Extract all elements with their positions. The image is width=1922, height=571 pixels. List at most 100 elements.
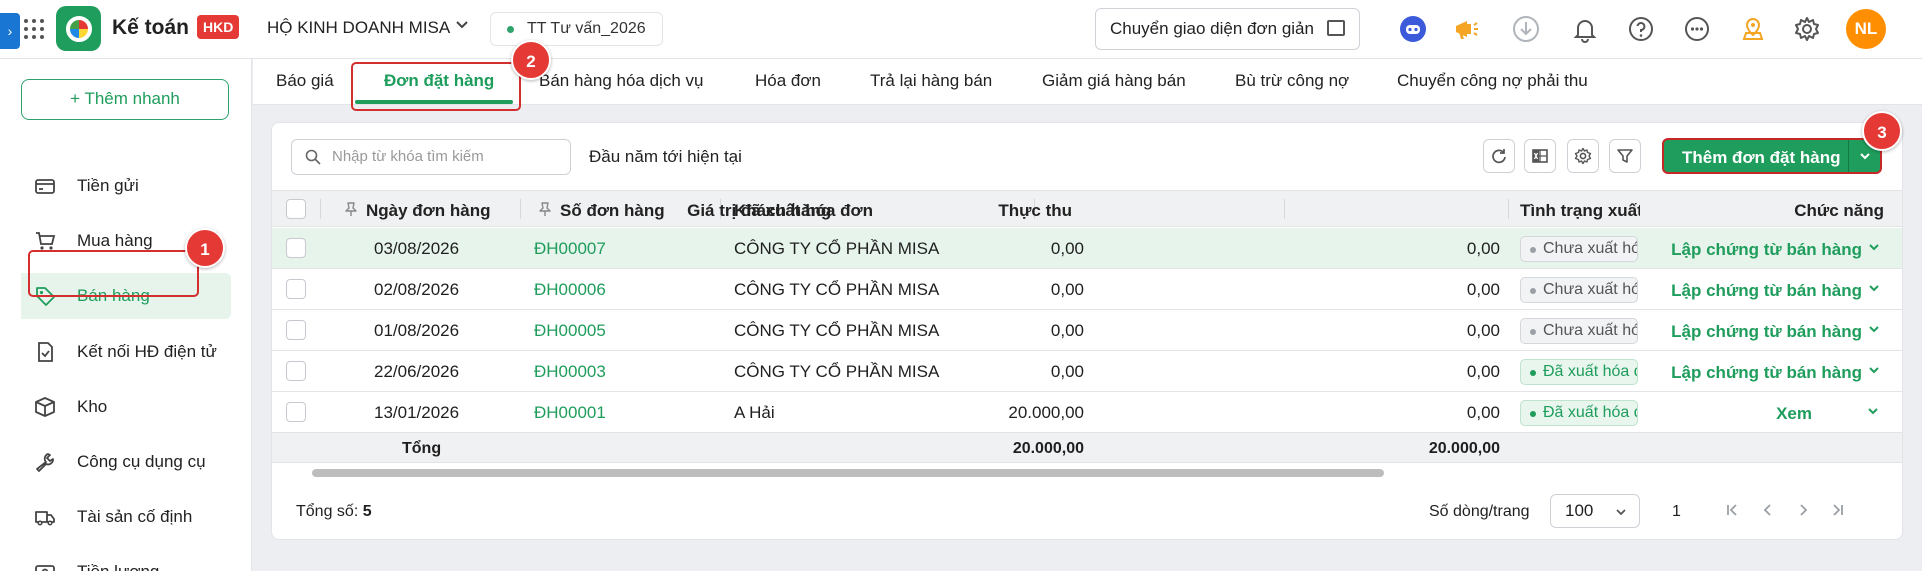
pin-icon[interactable] — [344, 201, 358, 222]
customer-name: CÔNG TY CỔ PHẦN MISA — [734, 239, 940, 258]
date-range-filter[interactable]: Đầu năm tới hiện tại — [589, 147, 742, 167]
step-badge-3: 3 — [1862, 111, 1902, 151]
avatar[interactable]: NL — [1846, 9, 1886, 49]
chevron-down-icon[interactable] — [1867, 240, 1881, 257]
top-bar: › Kế toán HKD HỘ KINH DOANH MISA TT Tư v… — [0, 0, 1922, 59]
add-sales-order-label: Thêm đơn đặt hàng — [1682, 148, 1841, 167]
filter-icon — [1617, 149, 1633, 163]
sidebar-item-label: Kho — [77, 397, 108, 416]
tab-sales-returns[interactable]: Trả lại hàng bán — [870, 71, 992, 91]
rows-per-page-select[interactable]: 100 — [1550, 494, 1640, 528]
tab-receivable-transfer[interactable]: Chuyển công nợ phải thu — [1397, 71, 1588, 91]
action-link[interactable]: Lập chứng từ bán hàng — [1671, 322, 1862, 342]
monitor-icon — [1327, 20, 1345, 36]
search-input[interactable]: Nhập từ khóa tìm kiếm — [291, 139, 571, 175]
switch-ui-button[interactable]: Chuyển giao diện đơn giản — [1095, 8, 1360, 50]
orders-panel: Nhập từ khóa tìm kiếm Đầu năm tới hiện t… — [271, 122, 1903, 540]
order-number-link[interactable]: ĐH00007 — [534, 239, 606, 259]
table-row[interactable]: 03/08/2026 ĐH00007 CÔNG TY CỔ PHẦN MISA … — [272, 228, 1902, 269]
total-invoiced-value: 20.000,00 — [1012, 440, 1084, 457]
company-selector[interactable]: HỘ KINH DOANH MISA — [267, 18, 450, 38]
refresh-button[interactable] — [1483, 139, 1515, 173]
next-page-icon[interactable] — [1795, 502, 1811, 523]
add-sales-order-button[interactable]: Thêm đơn đặt hàng — [1662, 138, 1882, 174]
prev-page-icon[interactable] — [1760, 502, 1776, 523]
app-badge: HKD — [197, 15, 240, 39]
expand-panel-icon[interactable]: › — [0, 13, 20, 49]
app-grid-icon[interactable] — [24, 19, 44, 39]
rows-per-page-value: 100 — [1565, 501, 1594, 520]
pin-icon[interactable] — [538, 201, 552, 222]
help-icon[interactable] — [1627, 15, 1655, 43]
app-logo — [56, 6, 101, 51]
settings-button[interactable] — [1567, 139, 1599, 173]
column-header-order-number[interactable]: Số đơn hàng — [560, 201, 665, 221]
tab-sales-discounts[interactable]: Giảm giá hàng bán — [1042, 71, 1186, 91]
column-header-invoiced-value[interactable]: Giá trị đã xuất hóa đơn — [687, 201, 873, 221]
column-header-date[interactable]: Ngày đơn hàng — [366, 201, 490, 221]
bank-card-icon — [33, 174, 57, 198]
tab-debt-offset[interactable]: Bù trừ công nợ — [1235, 71, 1349, 91]
last-page-icon[interactable] — [1830, 502, 1846, 523]
location-icon[interactable] — [1739, 15, 1767, 43]
excel-icon — [1532, 149, 1548, 163]
table-row[interactable]: 01/08/2026 ĐH00005 CÔNG TY CỔ PHẦN MISA … — [272, 310, 1902, 351]
tab-invoices[interactable]: Hóa đơn — [755, 71, 821, 91]
robot-icon[interactable] — [1399, 15, 1427, 43]
invoice-icon — [33, 340, 57, 364]
row-checkbox[interactable] — [286, 402, 306, 422]
column-header-collected[interactable]: Thực thu — [998, 201, 1072, 221]
collected-value: 0,00 — [1466, 321, 1500, 340]
tab-sales-services[interactable]: Bán hàng hóa dịch vụ — [539, 71, 703, 91]
sidebar-item-einvoice[interactable]: Kết nối HĐ điện tử — [21, 329, 231, 375]
chevron-down-icon[interactable] — [1867, 322, 1881, 339]
table-row[interactable]: 02/08/2026 ĐH00006 CÔNG TY CỔ PHẦN MISA … — [272, 269, 1902, 310]
gear-icon[interactable] — [1793, 15, 1821, 43]
total-label: Tổng — [402, 440, 442, 457]
row-checkbox[interactable] — [286, 320, 306, 340]
status-badge: Chưa xuất hóa đơn — [1520, 236, 1638, 262]
table-row[interactable]: 13/01/2026 ĐH00001 A Hải 20.000,00 0,00 … — [272, 392, 1902, 433]
column-header-invoice-status[interactable]: Tình trạng xuất — [1520, 201, 1640, 221]
bell-icon[interactable] — [1571, 15, 1599, 43]
box-icon — [33, 395, 57, 419]
wrench-icon — [33, 450, 57, 474]
more-icon[interactable] — [1683, 15, 1711, 43]
chevron-down-icon[interactable] — [1866, 404, 1880, 421]
current-page: 1 — [1672, 503, 1681, 520]
column-divider — [1284, 199, 1285, 219]
row-checkbox[interactable] — [286, 279, 306, 299]
horizontal-scrollbar[interactable] — [312, 469, 1384, 477]
sidebar-item-tools[interactable]: Công cụ dụng cụ — [21, 439, 231, 485]
download-icon[interactable] — [1512, 15, 1540, 43]
row-checkbox[interactable] — [286, 238, 306, 258]
period-selector[interactable]: TT Tư vấn_2026 — [490, 12, 663, 46]
order-number-link[interactable]: ĐH00006 — [534, 280, 606, 300]
first-page-icon[interactable] — [1724, 502, 1740, 523]
column-divider — [520, 199, 521, 219]
action-link[interactable]: Xem — [1776, 404, 1812, 424]
megaphone-icon[interactable] — [1452, 15, 1480, 43]
sidebar-item-label: Tiền gửi — [77, 176, 139, 195]
select-all-checkbox[interactable] — [286, 199, 306, 219]
sidebar-item-deposits[interactable]: Tiền gửi — [21, 163, 231, 209]
order-date: 02/08/2026 — [374, 280, 460, 299]
sidebar-item-payroll[interactable]: Tiền lương — [21, 549, 231, 571]
quick-add-button[interactable]: + Thêm nhanh — [21, 79, 229, 120]
collected-value: 0,00 — [1466, 403, 1500, 422]
action-link[interactable]: Lập chứng từ bán hàng — [1671, 281, 1862, 301]
action-link[interactable]: Lập chứng từ bán hàng — [1671, 240, 1862, 260]
sidebar-item-fixed-assets[interactable]: Tài sản cố định — [21, 494, 231, 540]
export-excel-button[interactable] — [1524, 139, 1556, 173]
tab-quotes[interactable]: Báo giá — [276, 71, 334, 91]
chevron-down-icon[interactable] — [455, 18, 469, 35]
order-number-link[interactable]: ĐH00005 — [534, 321, 606, 341]
table-total-row: Tổng 20.000,00 20.000,00 — [272, 433, 1902, 463]
invoiced-value: 0,00 — [1050, 321, 1084, 340]
filter-button[interactable] — [1609, 139, 1641, 173]
order-date: 01/08/2026 — [374, 321, 460, 340]
order-number-link[interactable]: ĐH00001 — [534, 403, 606, 423]
chevron-down-icon[interactable] — [1867, 281, 1881, 298]
refresh-icon — [1492, 149, 1506, 164]
sidebar-item-warehouse[interactable]: Kho — [21, 384, 231, 430]
